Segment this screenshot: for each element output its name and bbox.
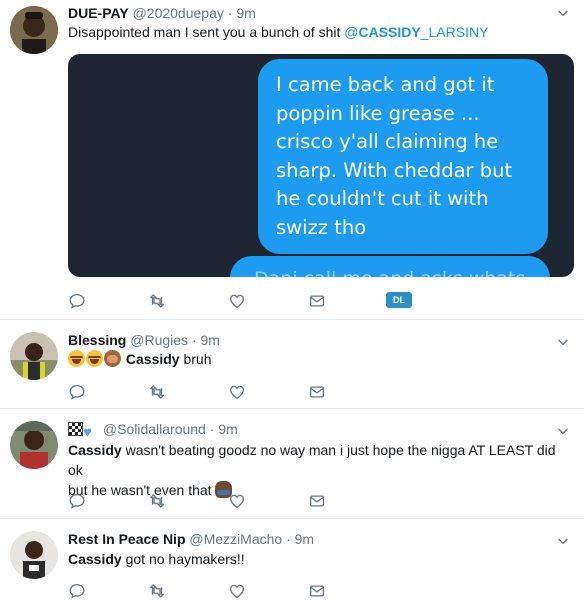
laughing-emoji-icon bbox=[86, 350, 103, 367]
timestamp[interactable]: 9m bbox=[201, 332, 220, 348]
user-handle[interactable]: @Rugies bbox=[130, 332, 188, 348]
user-handle[interactable]: @Solidallaround bbox=[103, 421, 206, 437]
laughing-emoji-icon bbox=[68, 350, 85, 367]
retweet-icon[interactable] bbox=[148, 292, 166, 310]
display-name[interactable]: Rest In Peace Nip bbox=[68, 531, 186, 547]
tweet[interactable]: DUE-PAY @2020duepay · 9m Disappointed ma… bbox=[0, 0, 584, 320]
avatar[interactable] bbox=[10, 531, 58, 579]
tweet-actions bbox=[68, 492, 488, 510]
avatar[interactable] bbox=[10, 421, 58, 469]
tweet-text: Cassidy wasn't beating goodz no way man … bbox=[68, 440, 574, 500]
avatar[interactable] bbox=[10, 6, 58, 54]
mention-rest: _LARSINY bbox=[420, 24, 489, 40]
blue-heart-icon: ♥ bbox=[83, 424, 92, 441]
mention-bold: Cassidy bbox=[68, 442, 122, 458]
retweet-icon[interactable] bbox=[148, 492, 166, 510]
chevron-down-icon[interactable] bbox=[556, 6, 570, 20]
message-bubble: I came back and got it poppin like greas… bbox=[258, 59, 548, 254]
mention-link[interactable]: @CASSIDY_LARSINY bbox=[344, 24, 488, 40]
message-bubble-partial: Dani call me and asks whats bbox=[230, 256, 550, 277]
user-handle[interactable]: @MezziMacho bbox=[189, 531, 282, 547]
display-name[interactable]: Blessing bbox=[68, 332, 126, 348]
tweet-actions bbox=[68, 383, 488, 401]
retweet-icon[interactable] bbox=[148, 383, 166, 401]
tweet-header: Blessing @Rugies · 9m bbox=[68, 331, 220, 349]
timestamp[interactable]: 9m bbox=[218, 421, 237, 437]
heart-icon[interactable] bbox=[228, 582, 246, 600]
tweet[interactable]: ♥ @Solidallaround · 9m Cassidy wasn't be… bbox=[0, 409, 584, 519]
tweet-text: Disappointed man I sent you a bunch of s… bbox=[68, 22, 488, 42]
tweet-text-part: Disappointed man I sent you a bunch of s… bbox=[68, 24, 345, 40]
envelope-icon[interactable] bbox=[308, 492, 326, 510]
tweet-actions bbox=[68, 582, 488, 600]
reply-icon[interactable] bbox=[68, 383, 86, 401]
tweet-text-line: Cassidy wasn't beating goodz no way man … bbox=[68, 440, 574, 480]
tweet-media[interactable]: I came back and got it poppin like greas… bbox=[68, 54, 574, 277]
reply-icon[interactable] bbox=[68, 582, 86, 600]
tweet-text-part: got no haymakers!! bbox=[121, 551, 245, 567]
reply-icon[interactable] bbox=[68, 492, 86, 510]
tweet-header: Rest In Peace Nip @MezziMacho · 9m bbox=[68, 530, 314, 548]
avatar[interactable] bbox=[10, 332, 58, 380]
heart-icon[interactable] bbox=[228, 383, 246, 401]
envelope-icon[interactable] bbox=[308, 582, 326, 600]
mention-bold: Cassidy bbox=[125, 351, 180, 367]
mention-bold: Cassidy bbox=[68, 551, 122, 567]
heart-icon[interactable] bbox=[228, 292, 246, 310]
tweet-header: DUE-PAY @2020duepay · 9m bbox=[68, 4, 256, 22]
retweet-icon[interactable] bbox=[148, 582, 166, 600]
tweet-actions: DL bbox=[68, 292, 488, 310]
mention-highlight: CASSIDY bbox=[358, 24, 421, 40]
tweet-text: Cassidy got no haymakers!! bbox=[68, 549, 245, 569]
envelope-icon[interactable] bbox=[308, 383, 326, 401]
checkered-flag-icon bbox=[68, 422, 83, 436]
download-badge[interactable]: DL bbox=[386, 292, 412, 308]
separator: · bbox=[286, 531, 291, 547]
tweet[interactable]: Rest In Peace Nip @MezziMacho · 9m Cassi… bbox=[0, 519, 584, 602]
mention-at: @ bbox=[344, 24, 359, 40]
heart-icon[interactable] bbox=[228, 492, 246, 510]
chevron-down-icon[interactable] bbox=[556, 335, 570, 349]
chevron-down-icon[interactable] bbox=[556, 534, 570, 548]
reply-icon[interactable] bbox=[68, 292, 86, 310]
separator: · bbox=[227, 5, 233, 21]
chevron-down-icon[interactable] bbox=[556, 424, 570, 438]
tweet-text-part: wasn't beating goodz no way man i just h… bbox=[68, 442, 556, 478]
tweet-text: Cassidy bruh bbox=[68, 349, 212, 369]
see-no-evil-monkey-icon bbox=[104, 350, 121, 367]
timestamp[interactable]: 9m bbox=[295, 531, 314, 547]
tweet-header: ♥ @Solidallaround · 9m bbox=[68, 420, 238, 440]
display-name[interactable]: DUE-PAY bbox=[68, 5, 129, 21]
separator: · bbox=[209, 421, 215, 437]
envelope-icon[interactable] bbox=[308, 292, 326, 310]
separator: · bbox=[191, 332, 197, 348]
tweet[interactable]: Blessing @Rugies · 9m Cassidy bruh bbox=[0, 320, 584, 409]
message-bubble-partial-text: Dani call me and asks whats bbox=[254, 268, 525, 277]
timestamp[interactable]: 9m bbox=[236, 5, 255, 21]
tweet-text-part: bruh bbox=[179, 351, 212, 367]
user-handle[interactable]: @2020duepay bbox=[133, 5, 224, 21]
